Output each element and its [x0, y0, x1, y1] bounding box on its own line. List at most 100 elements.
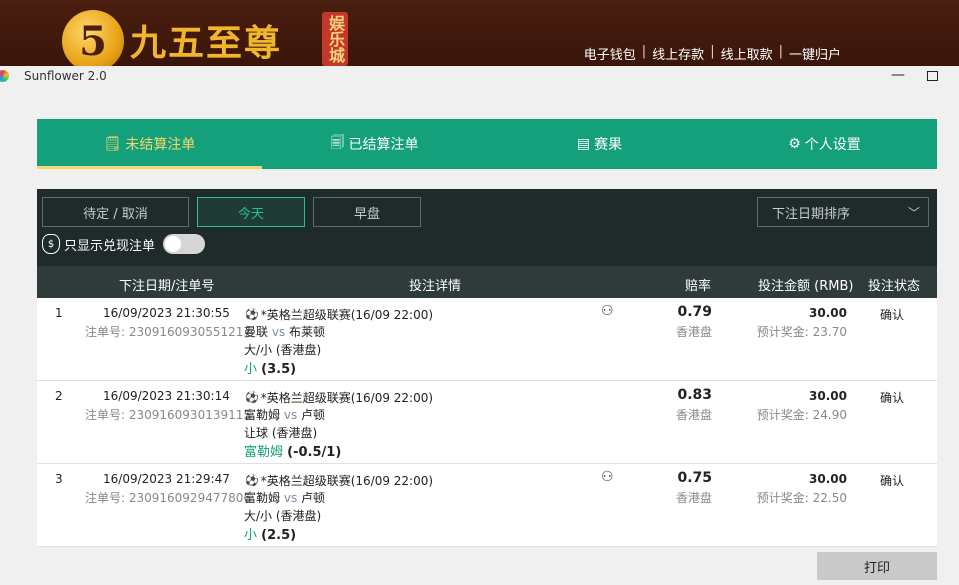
soccer-ball-icon: ⚽: [245, 308, 259, 321]
window-title: Sunflower 2.0: [24, 69, 107, 83]
live-stream-icon[interactable]: ⚇: [601, 303, 614, 319]
market-type: 让球 (香港盘): [244, 426, 318, 440]
odds-type: 香港盘: [675, 491, 712, 505]
odds-value: 0.79: [677, 304, 712, 320]
header-stake: 投注金额 (RMB): [758, 279, 854, 294]
selection-line: (3.5): [261, 362, 297, 377]
tab-unsettled[interactable]: 🗒 未结算注单: [37, 119, 262, 169]
market-type: 大/小 (香港盘): [244, 343, 322, 357]
cash-only-toggle[interactable]: [163, 234, 206, 254]
filter-early-button[interactable]: 早盘: [313, 197, 421, 227]
link-withdraw[interactable]: 线上取款: [721, 44, 773, 63]
link-deposit[interactable]: 线上存款: [652, 44, 704, 63]
table-row: 1 16/09/2023 21:30:55 注单号: 2309160930551…: [37, 298, 937, 381]
selection-name: 小: [244, 362, 258, 377]
brand-name: 九五至尊: [130, 22, 283, 64]
sort-select[interactable]: 下注日期排序 ﹀: [757, 197, 929, 227]
row-index: 1: [55, 306, 63, 320]
tab-results[interactable]: ▤ 赛果: [487, 119, 712, 169]
vs-label: vs: [283, 408, 298, 422]
soccer-ball-icon: ⚽: [245, 474, 259, 487]
selection: 富勒姆 (-0.5/1): [244, 441, 341, 460]
stake-amount: 30.00: [809, 389, 847, 403]
odds-type: 香港盘: [675, 408, 712, 422]
ticket-number: 注单号: 2309160930551217: [85, 325, 252, 339]
league-line: ⚽ *英格兰超级联赛(16/09 22:00): [245, 472, 433, 489]
league-line: ⚽ *英格兰超级联赛(16/09 22:00): [245, 389, 433, 406]
estimated-payout: 预计奖金: 23.70: [756, 325, 847, 339]
window-titlebar: Sunflower 2.0 —: [0, 66, 959, 88]
tab-bar: 🗒 未结算注单 🗐 已结算注单 ▤ 赛果 ⚙ 个人设置: [37, 119, 937, 169]
gear-icon: ⚙: [788, 136, 801, 152]
league-line: ⚽ *英格兰超级联赛(16/09 22:00): [245, 306, 433, 323]
brand-banner: 5 九五至尊 娱乐城 电子钱包 | 线上存款 | 线上取款 | 一键归户: [0, 0, 959, 72]
live-stream-icon[interactable]: ⚇: [601, 469, 614, 485]
league-name: *英格兰超级联赛(16/09 22:00): [260, 308, 434, 322]
cash-only-filter: $ 只显示兑现注单: [42, 234, 206, 254]
top-links: 电子钱包 | 线上存款 | 线上取款 | 一键归户: [584, 44, 841, 63]
selection: 小 (3.5): [244, 358, 296, 377]
header-odds: 赔率: [685, 279, 712, 294]
away-team: 卢顿: [301, 408, 326, 422]
maximize-button[interactable]: [927, 71, 938, 81]
tab-label: 个人设置: [804, 137, 861, 153]
brand-badge: 娱乐城: [322, 12, 348, 66]
odds-value: 0.75: [677, 470, 712, 486]
bet-date: 16/09/2023 21:30:55: [103, 306, 230, 320]
settled-icon: 🗐: [330, 135, 345, 151]
filter-pending-cancel-button[interactable]: 待定 / 取消: [42, 197, 189, 227]
link-e-wallet[interactable]: 电子钱包: [584, 44, 636, 63]
header-details: 投注详情: [409, 279, 462, 294]
selection-name: 富勒姆: [244, 445, 284, 460]
table-row: 3 16/09/2023 21:29:47 注单号: 2309160929477…: [37, 464, 937, 547]
print-button[interactable]: 打印: [817, 552, 937, 580]
market-type: 大/小 (香港盘): [244, 509, 322, 523]
odds-type: 香港盘: [675, 325, 712, 339]
league-name: *英格兰超级联赛(16/09 22:00): [260, 391, 434, 405]
home-team: 曼联: [244, 325, 269, 339]
ticket-number: 注单号: 2309160929477806: [85, 491, 252, 505]
filter-today-button[interactable]: 今天: [197, 197, 305, 227]
selection-line: (-0.5/1): [287, 445, 342, 460]
logo-icon: 5: [62, 10, 124, 72]
vs-label: vs: [283, 491, 298, 505]
match-teams: 富勒姆 vs 卢顿: [244, 406, 325, 423]
sort-label: 下注日期排序: [772, 206, 851, 222]
estimated-payout: 预计奖金: 24.90: [756, 408, 847, 422]
selection-name: 小: [244, 528, 258, 543]
minimize-button[interactable]: —: [890, 67, 906, 85]
tab-settled[interactable]: 🗐 已结算注单: [262, 119, 487, 169]
league-name: *英格兰超级联赛(16/09 22:00): [260, 474, 434, 488]
row-index: 2: [55, 389, 63, 403]
away-team: 布莱顿: [289, 325, 326, 339]
separator: |: [641, 44, 647, 59]
home-team: 富勒姆: [244, 491, 281, 505]
filter-panel: 待定 / 取消 今天 早盘 下注日期排序 ﹀ $ 只显示兑现注单: [37, 189, 937, 266]
results-icon: ▤: [576, 136, 591, 152]
table-header: 下注日期/注单号 投注详情 赔率 投注金额 (RMB) 投注状态: [37, 266, 937, 298]
selection-line: (2.5): [261, 528, 297, 543]
tab-settings[interactable]: ⚙ 个人设置: [712, 119, 937, 169]
stake-amount: 30.00: [809, 472, 847, 486]
separator: |: [710, 44, 715, 59]
row-index: 3: [55, 472, 63, 486]
bet-date: 16/09/2023 21:30:14: [103, 389, 230, 403]
ticket-number: 注单号: 2309160930139115: [85, 408, 252, 422]
money-bag-icon: $: [42, 234, 60, 254]
link-consolidate[interactable]: 一键归户: [789, 44, 841, 63]
odds-value: 0.83: [677, 387, 712, 403]
table-row: 2 16/09/2023 21:30:14 注单号: 2309160930139…: [37, 381, 937, 464]
match-teams: 富勒姆 vs 卢顿: [244, 489, 325, 506]
ticket-icon: 🗒: [103, 136, 122, 152]
soccer-ball-icon: ⚽: [245, 391, 259, 404]
match-teams: 曼联 vs 布莱顿: [244, 323, 325, 340]
separator: |: [778, 44, 783, 59]
selection: 小 (2.5): [244, 524, 296, 543]
tab-label: 未结算注单: [125, 137, 196, 153]
bet-status: 确认: [880, 391, 905, 405]
home-team: 富勒姆: [244, 408, 281, 422]
cash-only-label: 只显示兑现注单: [64, 238, 156, 254]
bet-date: 16/09/2023 21:29:47: [103, 472, 230, 486]
bet-status: 确认: [880, 308, 905, 322]
vs-label: vs: [271, 325, 286, 339]
